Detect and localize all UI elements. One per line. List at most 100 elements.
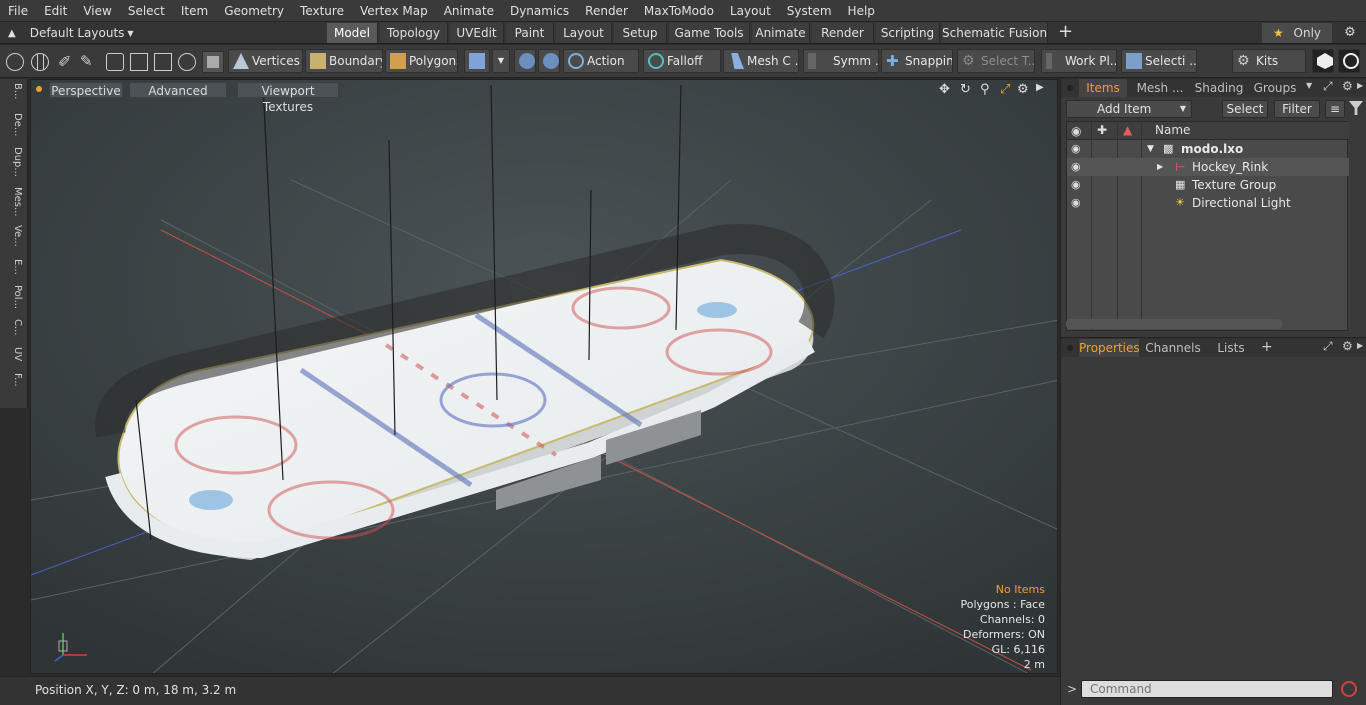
brush-icon[interactable]: ✎ <box>80 52 98 72</box>
gear-icon[interactable]: ⚙ <box>1340 23 1360 43</box>
tab-game-tools[interactable]: Game Tools <box>669 23 750 43</box>
tab-mesh[interactable]: Mesh ... <box>1133 79 1187 97</box>
grid-snap-icon[interactable] <box>130 53 148 71</box>
symmetry-a-button[interactable] <box>514 49 536 73</box>
tree-row-directional-light[interactable]: ◉ ☀ Directional Light <box>1067 194 1349 212</box>
tree-row-hockey-rink[interactable]: ◉ ▶ ⊢ Hockey_Rink <box>1067 158 1349 176</box>
expand-panel-icon[interactable]: ⤢ <box>1323 339 1333 354</box>
3d-viewport[interactable]: Perspective Advanced Viewport Textures ✥… <box>30 79 1058 674</box>
menu-vertex-map[interactable]: Vertex Map <box>352 0 436 22</box>
item-list-scrollbar[interactable] <box>1066 319 1282 329</box>
rotate-view-icon[interactable]: ↻ <box>960 82 971 97</box>
advanced-button[interactable]: Advanced <box>129 82 227 98</box>
tab-paint[interactable]: Paint <box>506 23 554 43</box>
pen-icon[interactable]: ✐ <box>58 52 72 72</box>
eye-icon[interactable]: ◉ <box>1071 143 1083 155</box>
snapping-button[interactable]: ✚ Snapping <box>881 49 953 73</box>
globe-icon[interactable] <box>31 53 49 71</box>
tab-topology[interactable]: Topology <box>380 23 448 43</box>
boundary-button[interactable]: Boundary <box>305 49 383 73</box>
side-tab-5[interactable]: E... <box>3 259 23 281</box>
menu-layout[interactable]: Layout <box>722 0 779 22</box>
unreal-button[interactable] <box>1338 49 1360 73</box>
tab-shading[interactable]: Shading <box>1193 79 1245 97</box>
side-tab-8[interactable]: UV <box>3 347 23 369</box>
menu-dynamics[interactable]: Dynamics <box>502 0 577 22</box>
item-mode-icon[interactable] <box>202 51 224 73</box>
menu-animate[interactable]: Animate <box>436 0 502 22</box>
tree-row-scene[interactable]: ◉ ▼ ▩ modo.lxo <box>1067 140 1349 158</box>
menu-system[interactable]: System <box>779 0 840 22</box>
tab-lists[interactable]: Lists <box>1207 339 1255 357</box>
select-through-button[interactable]: ⚙ Select T... <box>957 49 1035 73</box>
eye-icon[interactable]: ◉ <box>1071 197 1083 209</box>
viewport-textures-button[interactable]: Viewport Textures <box>237 82 339 114</box>
side-tab-2[interactable]: Dup... <box>3 147 23 183</box>
menu-render[interactable]: Render <box>577 0 636 22</box>
work-plane-button[interactable]: Work Pl... <box>1041 49 1117 73</box>
command-input[interactable] <box>1081 680 1333 698</box>
menu-geometry[interactable]: Geometry <box>216 0 292 22</box>
layers-icon[interactable] <box>106 53 124 71</box>
viewport-settings-icon[interactable]: ⚙ <box>1017 82 1029 97</box>
frame-icon[interactable] <box>154 53 172 71</box>
tab-model[interactable]: Model <box>327 23 378 43</box>
tabs-overflow-icon[interactable]: ▼ <box>1306 81 1312 90</box>
vertices-button[interactable]: Vertices <box>228 49 303 73</box>
select-button[interactable]: Select <box>1222 100 1268 118</box>
tab-scripting[interactable]: Scripting <box>876 23 940 43</box>
funnel-icon[interactable] <box>1349 101 1363 115</box>
menu-file[interactable]: File <box>0 0 36 22</box>
panel-more-icon[interactable]: ▶ <box>1357 341 1363 350</box>
panel-settings-icon[interactable]: ⚙ <box>1342 339 1353 353</box>
side-tab-6[interactable]: Pol... <box>3 285 23 315</box>
tab-schematic-fusion[interactable]: Schematic Fusion <box>942 23 1048 43</box>
collapse-icon[interactable]: ≡ <box>1325 100 1345 118</box>
expand-arrow-icon[interactable]: ▼ <box>1147 140 1154 158</box>
filter-button[interactable]: Filter <box>1274 100 1320 118</box>
unity-button[interactable] <box>1312 49 1334 73</box>
tab-animate[interactable]: Animate <box>752 23 810 43</box>
panel-more-icon[interactable]: ▶ <box>1357 81 1363 90</box>
mesh-constraint-button[interactable]: Mesh C ... <box>723 49 799 73</box>
side-tab-0[interactable]: B... <box>3 83 23 111</box>
tab-channels[interactable]: Channels <box>1143 339 1203 357</box>
material-mode-dropdown[interactable]: ▼ <box>492 49 510 73</box>
menu-view[interactable]: View <box>75 0 119 22</box>
menu-edit[interactable]: Edit <box>36 0 75 22</box>
viewport-more-icon[interactable]: ▶ <box>1036 82 1044 93</box>
eye-icon[interactable]: ◉ <box>1071 179 1083 191</box>
only-toggle[interactable]: ★ Only <box>1262 23 1332 43</box>
layouts-dropdown[interactable]: ▲ Default Layouts ▼ <box>8 22 134 44</box>
tab-uvedit[interactable]: UVEdit <box>450 23 504 43</box>
tab-render[interactable]: Render <box>812 23 874 43</box>
tab-items[interactable]: Items <box>1079 79 1127 97</box>
menu-maxtomodo[interactable]: MaxToModo <box>636 0 722 22</box>
fit-view-icon[interactable]: ⤢ <box>1000 82 1010 97</box>
side-tab-7[interactable]: C... <box>3 319 23 343</box>
add-item-button[interactable]: Add Item ▼ <box>1066 100 1192 118</box>
tree-row-texture-group[interactable]: ◉ ▦ Texture Group <box>1067 176 1349 194</box>
selection-sets-button[interactable]: Selecti ... <box>1121 49 1197 73</box>
expand-arrow-icon[interactable]: ▶ <box>1157 158 1163 176</box>
tab-properties[interactable]: Properties <box>1079 339 1140 357</box>
action-button[interactable]: Action <box>563 49 639 73</box>
zoom-view-icon[interactable]: ⚲ <box>980 82 990 97</box>
side-tab-4[interactable]: Ve... <box>3 225 23 255</box>
add-tab-icon[interactable]: + <box>1261 339 1273 355</box>
side-tab-1[interactable]: De... <box>3 113 23 143</box>
kits-button[interactable]: ⚙ Kits <box>1232 49 1306 73</box>
symmetry-button[interactable]: Symm ... <box>803 49 879 73</box>
expand-panel-icon[interactable]: ⤢ <box>1323 79 1333 94</box>
menu-texture[interactable]: Texture <box>292 0 352 22</box>
menu-item[interactable]: Item <box>173 0 216 22</box>
panel-settings-icon[interactable]: ⚙ <box>1342 79 1353 93</box>
circle-select-icon[interactable] <box>6 53 24 71</box>
tab-groups[interactable]: Groups <box>1251 79 1299 97</box>
record-icon[interactable] <box>1341 681 1357 697</box>
menu-select[interactable]: Select <box>120 0 173 22</box>
menu-help[interactable]: Help <box>840 0 883 22</box>
material-mode-button[interactable] <box>464 49 490 73</box>
move-view-icon[interactable]: ✥ <box>939 82 950 97</box>
timer-icon[interactable] <box>178 53 196 71</box>
